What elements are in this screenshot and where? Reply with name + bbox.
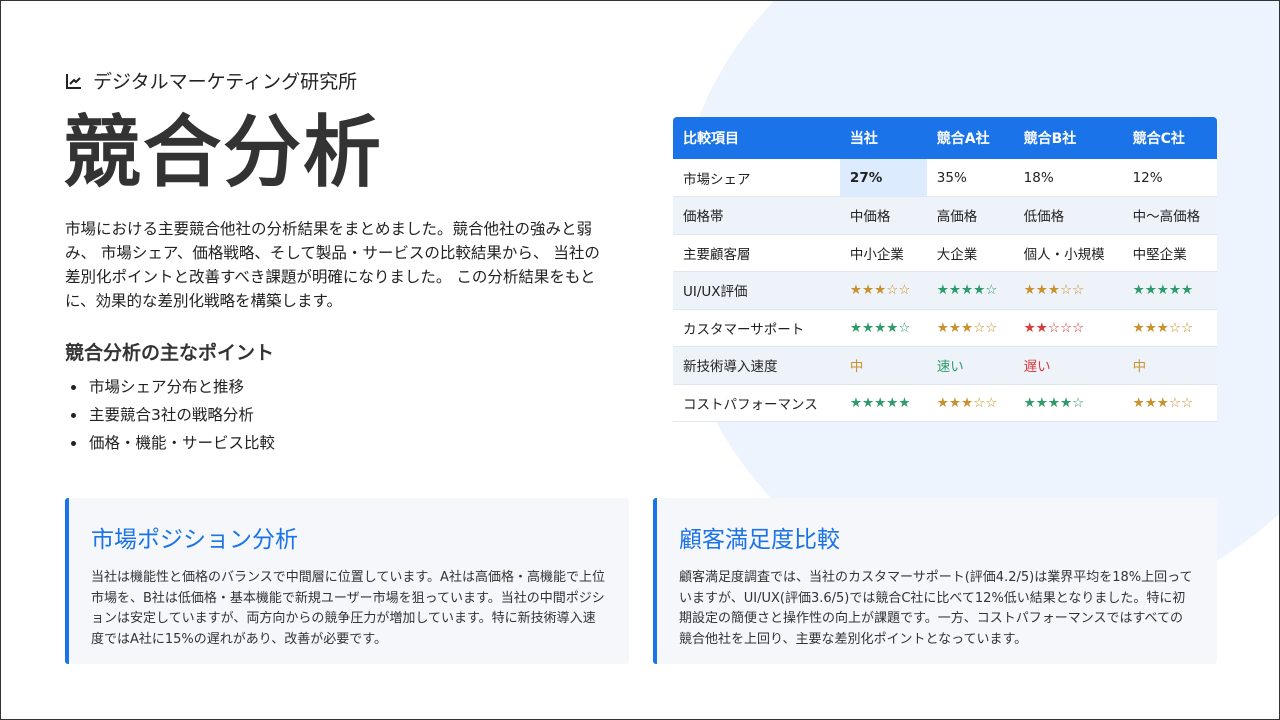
card-body: 顧客満足度調査では、当社のカスタマーサポート(評価4.2/5)は業界平均を18%… (679, 570, 1193, 647)
table-cell: ★★★★☆ (926, 271, 1014, 310)
table-cell: 12% (1122, 159, 1217, 197)
card-title: 顧客満足度比較 (679, 527, 840, 553)
table-cell: ★★★☆☆ (1013, 271, 1123, 310)
table-cell: 個人・小規模 (1013, 234, 1123, 272)
table-row: UI/UX評価 ★★★☆☆ ★★★★☆ ★★★☆☆ ★★★★★ (673, 271, 1217, 310)
table-cell: 中堅企業 (1122, 234, 1217, 272)
brand: デジタルマーケティング研究所 (65, 67, 357, 94)
table-cell: 18% (1013, 159, 1123, 197)
row-label: 市場シェア (673, 159, 840, 197)
table-cell: 中～高価格 (1122, 196, 1217, 235)
row-label: 新技術導入速度 (673, 346, 840, 385)
table-header-row: 比較項目 当社 競合A社 競合B社 競合C社 (673, 117, 1217, 159)
table-cell: ★★★★★ (839, 384, 927, 422)
comparison-table: 比較項目 当社 競合A社 競合B社 競合C社 市場シェア 27% 35% 18% 12%… (673, 117, 1217, 422)
table-cell: 中価格 (839, 196, 927, 235)
list-item: 市場シェア分布と推移 (70, 373, 275, 401)
row-label: 主要顧客層 (673, 234, 840, 272)
table-cell: ★★★★★ (1122, 271, 1217, 310)
table-cell: 中小企業 (839, 234, 927, 272)
table-row: 主要顧客層 中小企業 大企業 個人・小規模 中堅企業 (673, 234, 1217, 272)
table-cell: 35% (926, 159, 1014, 197)
table-row: 価格帯 中価格 高価格 低価格 中～高価格 (673, 196, 1217, 235)
row-label: 価格帯 (673, 196, 840, 235)
table-body: 市場シェア 27% 35% 18% 12% 価格帯 中価格 高価格 低価格 中～高価格 主要顧客層中… (673, 159, 1217, 422)
table-cell: 速い (926, 346, 1014, 385)
description: 市場における主要競合他社の分析結果をまとめました。競合他社の強みと弱み、 市場シ… (65, 220, 600, 310)
table-cell: 中 (839, 346, 927, 385)
table-row: 市場シェア 27% 35% 18% 12% (673, 159, 1217, 197)
table-header: 競合B社 (1013, 117, 1123, 159)
customer-satisfaction-card: 顧客満足度比較 顧客満足度調査では、当社のカスタマーサポート(評価4.2/5)は… (653, 498, 1217, 664)
table-cell: 低価格 (1013, 196, 1123, 235)
table-cell: 27% (839, 159, 927, 197)
table-header: 競合A社 (926, 117, 1014, 159)
table-cell: ★★★☆☆ (926, 384, 1014, 422)
page-title: 競合分析 (63, 108, 384, 198)
card-title: 市場ポジション分析 (91, 527, 298, 553)
line-chart-icon (66, 73, 81, 89)
table-cell: 中 (1122, 346, 1217, 385)
brand-name: デジタルマーケティング研究所 (93, 71, 358, 93)
card-body: 当社は機能性と価格のバランスで中間層に位置しています。A社は高価格・高機能で上位… (91, 570, 605, 647)
table-header: 当社 (839, 117, 927, 159)
table-cell: ★★★☆☆ (1122, 384, 1217, 422)
table-cell: 大企業 (926, 234, 1014, 272)
market-position-card: 市場ポジション分析 当社は機能性と価格のバランスで中間層に位置しています。A社は… (65, 498, 629, 664)
table-row: 新技術導入速度中速い 遅い中 (673, 346, 1217, 385)
slide: デジタルマーケティング研究所 競合分析 市場における主要競合他社の分析結果をまと… (0, 0, 1280, 720)
table-cell: ★★★★☆ (839, 309, 927, 347)
table-cell: ★★★☆☆ (926, 309, 1014, 347)
row-label: コストパフォーマンス (673, 384, 840, 422)
table-row: コストパフォーマンス ★★★★★ ★★★☆☆ ★★★★☆ ★★★☆☆ (673, 384, 1217, 422)
table-row: カスタマーサポート ★★★★☆ ★★★☆☆ ★★☆☆☆ ★★★☆☆ (673, 309, 1217, 347)
table-cell: ★★★☆☆ (839, 271, 927, 310)
table-cell: 遅い (1013, 346, 1123, 385)
list-item: 価格・機能・サービス比較 (70, 429, 275, 457)
table-header: 比較項目 (673, 117, 840, 159)
row-label: カスタマーサポート (673, 309, 840, 347)
table-cell: 高価格 (926, 196, 1014, 235)
points-title: 競合分析の主なポイント (65, 342, 275, 364)
table-cell: ★★★★☆ (1013, 384, 1123, 422)
table-header: 競合C社 (1122, 117, 1217, 159)
list-item: 主要競合3社の戦略分析 (70, 401, 275, 429)
table-cell: ★★★☆☆ (1122, 309, 1217, 347)
table-cell: ★★☆☆☆ (1013, 309, 1123, 347)
points-list: 市場シェア分布と推移 主要競合3社の戦略分析 価格・機能・サービス比較 (70, 373, 275, 457)
row-label: UI/UX評価 (673, 271, 840, 310)
